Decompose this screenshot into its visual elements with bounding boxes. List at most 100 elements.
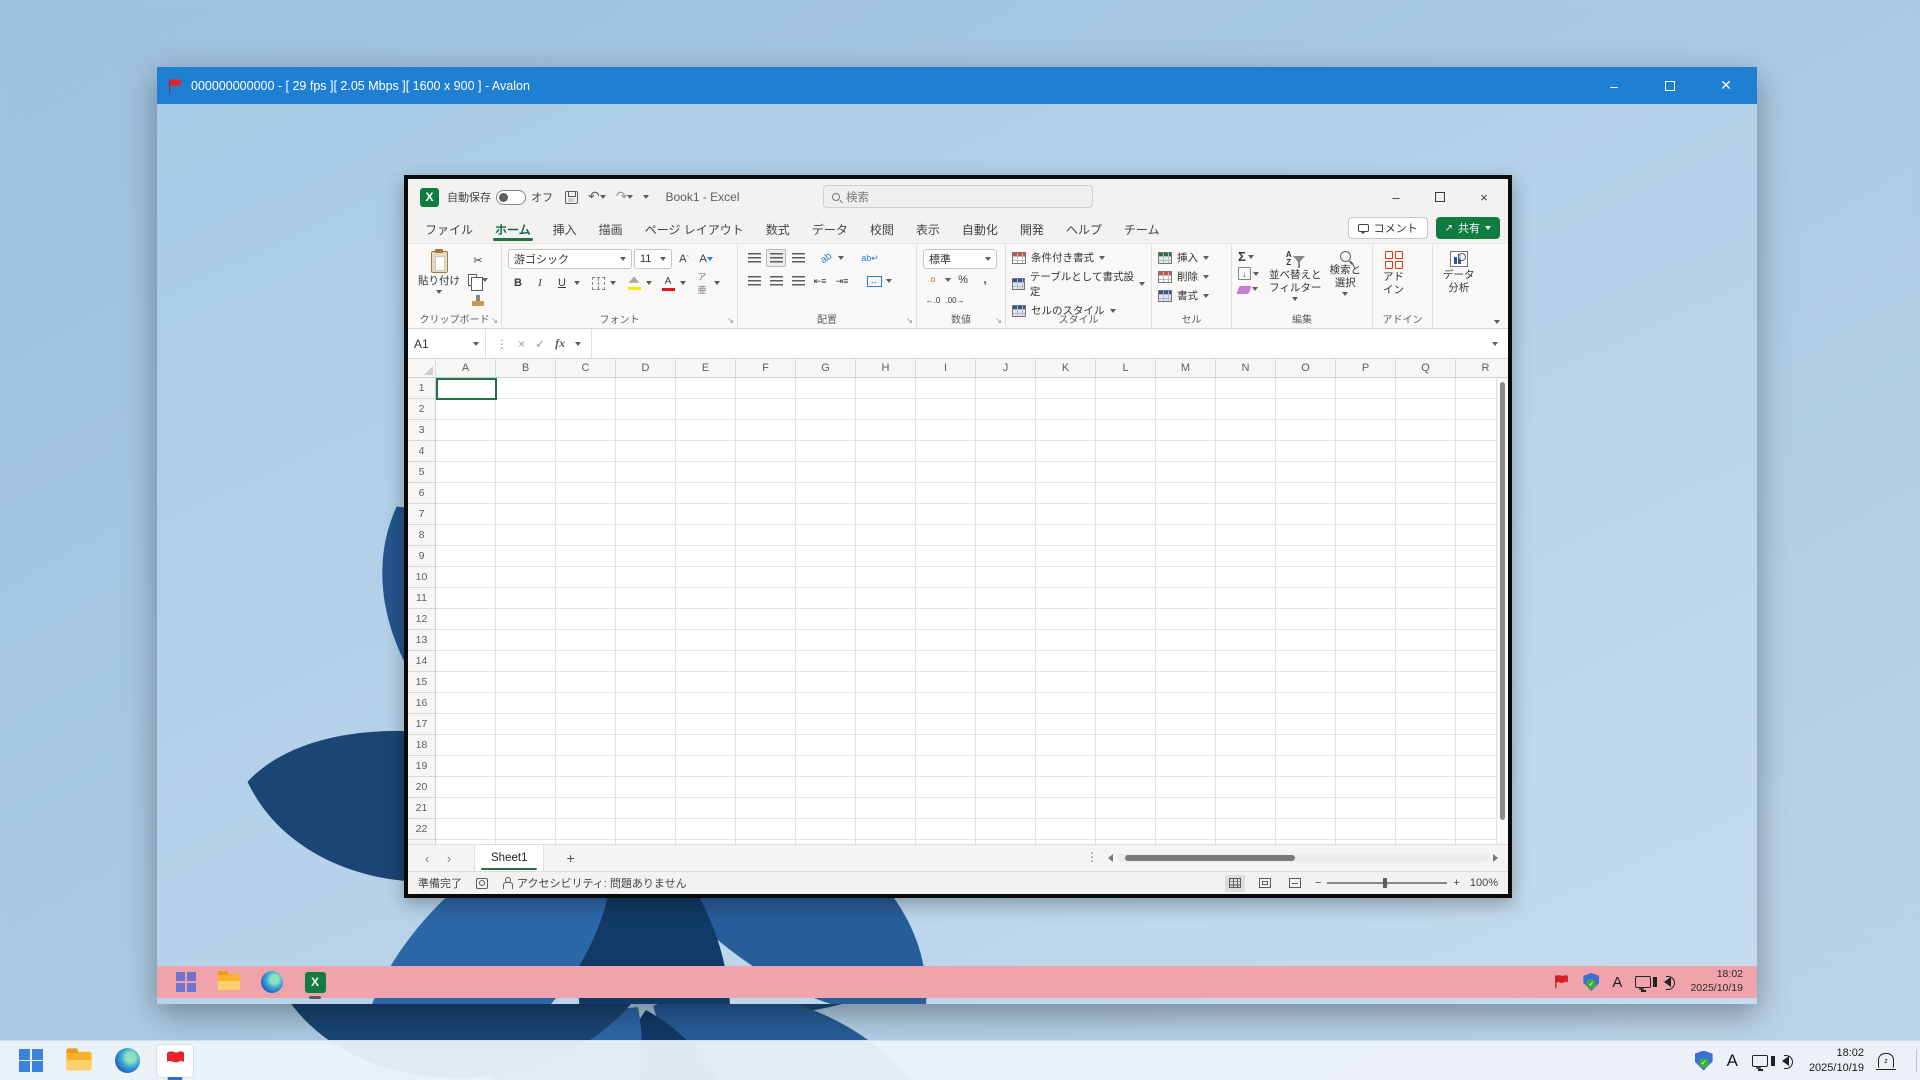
tab-draw[interactable]: 描画 xyxy=(588,215,634,243)
page-break-view-button[interactable] xyxy=(1285,875,1305,892)
scroll-right-icon[interactable] xyxy=(1493,854,1498,862)
merge-center-button[interactable]: ↔ xyxy=(864,272,884,290)
align-center-button[interactable] xyxy=(766,272,786,290)
insert-function-button[interactable]: fx xyxy=(555,336,565,351)
clear-button[interactable] xyxy=(1238,283,1259,294)
zoom-thumb[interactable] xyxy=(1383,878,1387,888)
align-right-button[interactable] xyxy=(788,272,808,290)
row-header-15[interactable]: 15 xyxy=(408,672,435,693)
avalon-minimize-button[interactable]: – xyxy=(1599,78,1629,94)
formula-menu-icon[interactable]: ⋮ xyxy=(496,337,508,351)
tab-help[interactable]: ヘルプ xyxy=(1055,215,1113,243)
fill-color-caret-icon[interactable] xyxy=(646,281,652,285)
orientation-button[interactable]: ab xyxy=(813,245,840,271)
row-header-6[interactable]: 6 xyxy=(408,483,435,504)
clipboard-dialog-launcher[interactable]: ↘ xyxy=(491,317,498,325)
row-header-22[interactable]: 22 xyxy=(408,819,435,840)
host-edge-button[interactable] xyxy=(108,1044,146,1078)
row-header-17[interactable]: 17 xyxy=(408,714,435,735)
bold-button[interactable]: B xyxy=(508,274,528,292)
host-start-button[interactable] xyxy=(12,1044,50,1078)
align-middle-button[interactable] xyxy=(766,249,786,267)
ime-indicator[interactable]: A xyxy=(1727,1051,1738,1071)
format-as-table-button[interactable]: テーブルとして書式設定 xyxy=(1012,269,1145,299)
row-header-18[interactable]: 18 xyxy=(408,735,435,756)
row-header-7[interactable]: 7 xyxy=(408,504,435,525)
speaker-icon[interactable] xyxy=(1782,1056,1789,1066)
font-color-button[interactable]: A xyxy=(658,274,678,292)
font-name-select[interactable]: 游ゴシック xyxy=(508,249,632,269)
excel-minimize-button[interactable]: – xyxy=(1374,179,1418,215)
notification-bell-icon[interactable]: z xyxy=(1878,1053,1894,1068)
column-header-B[interactable]: B xyxy=(496,359,556,377)
undo-button[interactable]: ↶ xyxy=(588,188,606,206)
zoom-track[interactable] xyxy=(1327,882,1447,884)
paste-button[interactable]: 貼り付け xyxy=(414,249,464,296)
insert-cells-button[interactable]: 挿入 xyxy=(1158,250,1209,265)
zoom-in-button[interactable]: + xyxy=(1453,877,1459,889)
formula-input[interactable] xyxy=(592,329,1482,358)
accounting-caret-icon[interactable] xyxy=(945,278,951,282)
horizontal-scrollbar-track[interactable] xyxy=(1117,854,1489,862)
tab-data[interactable]: データ xyxy=(801,215,859,243)
borders-caret-icon[interactable] xyxy=(610,281,616,285)
column-header-H[interactable]: H xyxy=(856,359,916,377)
accessibility-status[interactable]: アクセシビリティ: 問題ありません xyxy=(502,875,687,891)
tab-automate[interactable]: 自動化 xyxy=(951,215,1009,243)
redo-button[interactable]: ↷ xyxy=(616,188,634,206)
column-header-A[interactable]: A xyxy=(436,359,496,377)
row-header-19[interactable]: 19 xyxy=(408,756,435,777)
phonetic-caret-icon[interactable] xyxy=(714,281,720,285)
zoom-out-button[interactable]: − xyxy=(1315,877,1321,889)
increase-decimal-button[interactable]: ←.0 xyxy=(923,291,943,309)
row-header-16[interactable]: 16 xyxy=(408,693,435,714)
fill-color-button[interactable] xyxy=(624,274,644,292)
tab-team[interactable]: チーム xyxy=(1113,215,1171,243)
tab-formulas[interactable]: 数式 xyxy=(755,215,801,243)
align-left-button[interactable] xyxy=(744,272,764,290)
decrease-indent-button[interactable]: ⇤≡ xyxy=(810,272,830,290)
column-header-D[interactable]: D xyxy=(616,359,676,377)
row-header-4[interactable]: 4 xyxy=(408,441,435,462)
sheet-tab-sheet1[interactable]: Sheet1 xyxy=(474,845,544,871)
decrease-decimal-button[interactable]: .00→ xyxy=(945,291,965,309)
copy-button[interactable] xyxy=(468,271,488,289)
row-header-11[interactable]: 11 xyxy=(408,588,435,609)
scroll-left-icon[interactable] xyxy=(1108,854,1113,862)
page-layout-view-button[interactable] xyxy=(1255,875,1275,892)
avalon-close-button[interactable]: ✕ xyxy=(1711,77,1741,94)
wrap-text-button[interactable]: ab↵ xyxy=(860,249,880,267)
grid-cells[interactable] xyxy=(436,378,1508,844)
autosave-toggle[interactable]: 自動保存 オフ xyxy=(447,189,553,205)
excel-close-button[interactable]: × xyxy=(1462,179,1506,215)
underline-caret-icon[interactable] xyxy=(574,281,580,285)
merge-caret-icon[interactable] xyxy=(886,279,892,283)
next-sheet-button[interactable]: › xyxy=(438,851,460,866)
show-desktop-button[interactable] xyxy=(1916,1049,1920,1072)
expand-formula-bar-button[interactable] xyxy=(1482,329,1508,358)
tab-developer[interactable]: 開発 xyxy=(1009,215,1055,243)
network-icon[interactable] xyxy=(1635,976,1651,988)
column-header-G[interactable]: G xyxy=(796,359,856,377)
borders-button[interactable] xyxy=(588,274,608,292)
macro-record-icon[interactable] xyxy=(476,878,488,889)
host-clock[interactable]: 18:02 2025/10/19 xyxy=(1809,1046,1864,1075)
excel-maximize-button[interactable] xyxy=(1418,179,1462,215)
remote-start-button[interactable] xyxy=(171,968,201,996)
column-header-J[interactable]: J xyxy=(976,359,1036,377)
tab-page-layout[interactable]: ページ レイアウト xyxy=(634,215,755,243)
comma-style-button[interactable]: , xyxy=(975,271,995,289)
row-header-3[interactable]: 3 xyxy=(408,420,435,441)
tray-flag-icon[interactable] xyxy=(1553,974,1570,991)
column-header-I[interactable]: I xyxy=(916,359,976,377)
column-header-Q[interactable]: Q xyxy=(1396,359,1456,377)
zoom-level[interactable]: 100% xyxy=(1470,877,1498,889)
avalon-maximize-button[interactable] xyxy=(1655,78,1685,94)
tab-file[interactable]: ファイル xyxy=(414,215,484,243)
percent-style-button[interactable]: % xyxy=(953,271,973,289)
column-header-L[interactable]: L xyxy=(1096,359,1156,377)
font-color-caret-icon[interactable] xyxy=(680,281,686,285)
active-cell-a1[interactable] xyxy=(436,378,497,400)
tab-review[interactable]: 校閲 xyxy=(859,215,905,243)
column-header-P[interactable]: P xyxy=(1336,359,1396,377)
